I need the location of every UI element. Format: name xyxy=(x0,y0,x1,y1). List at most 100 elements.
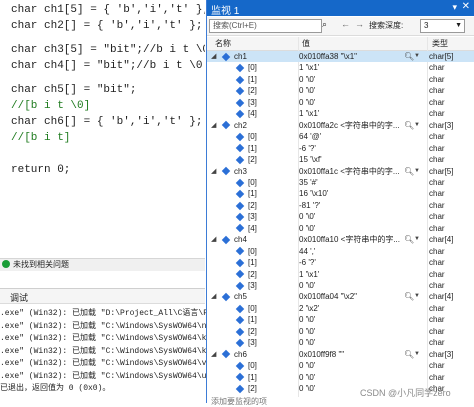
watch-name: ch5 xyxy=(234,292,247,302)
expand-toggle-icon[interactable]: ◢ xyxy=(211,349,216,360)
column-header-type[interactable]: 类型 xyxy=(429,37,474,51)
watch-row-element[interactable]: [1] -6 '?' char xyxy=(207,143,474,154)
watch-row-variable[interactable]: ◢ ch6 0x010ff9f8 "" 🔍︎ ▼ char[3] xyxy=(207,349,474,360)
watch-value[interactable]: 1 '\x1' xyxy=(299,108,417,119)
expand-toggle-icon[interactable]: ◢ xyxy=(211,234,216,245)
watch-value[interactable]: 35 '#' xyxy=(299,177,417,188)
watch-row-element[interactable]: [0] 64 '@' char xyxy=(207,131,474,142)
visualizer-magnifier-icon[interactable]: 🔍︎ xyxy=(404,51,414,62)
watch-value[interactable]: 0 '\0' xyxy=(299,314,417,325)
expand-toggle-icon[interactable]: ◢ xyxy=(211,166,216,177)
watch-value[interactable]: 0x010ff9f8 "" xyxy=(299,349,417,360)
visualizer-magnifier-icon[interactable]: 🔍︎ xyxy=(404,120,414,131)
code-editor[interactable]: char ch1[5] = { 'b','i','t' }; char ch2[]… xyxy=(0,0,205,258)
watch-value[interactable]: 0x010ffa1c <字符串中的字... xyxy=(299,166,417,177)
expand-toggle-icon[interactable]: ◢ xyxy=(211,120,216,131)
watch-value[interactable]: 0 '\0' xyxy=(299,326,417,337)
watch-name: [1] xyxy=(248,74,257,84)
search-icon[interactable]: ⌕ xyxy=(322,19,327,30)
search-next-arrow-icon[interactable]: → xyxy=(355,19,364,29)
watch-row-element[interactable]: [3] 0 '\0' char xyxy=(207,337,474,348)
watch-row-variable[interactable]: ◢ ch4 0x010ffa10 <字符串中的字... 🔍︎ ▼ char[4] xyxy=(207,234,474,245)
visualizer-dropdown-icon[interactable]: ▼ xyxy=(414,291,420,302)
visualizer-dropdown-icon[interactable]: ▼ xyxy=(414,120,420,131)
watch-row-element[interactable]: [2] 0 '\0' char xyxy=(207,85,474,96)
visualizer-magnifier-icon[interactable]: 🔍︎ xyxy=(404,349,414,360)
watch-row-element[interactable]: [0] 1 '\x1' char xyxy=(207,62,474,73)
dropdown-arrow-icon[interactable]: ▾ xyxy=(452,2,457,13)
watch-value[interactable]: 0 '\0' xyxy=(299,337,417,348)
column-type-label: 类型 xyxy=(432,39,448,48)
watch-name: [3] xyxy=(248,338,257,348)
visualizer-magnifier-icon[interactable]: 🔍︎ xyxy=(404,234,414,245)
watch-row-element[interactable]: [1] 16 '\x10' char xyxy=(207,188,474,199)
watch-value[interactable]: 0 '\0' xyxy=(299,223,417,234)
watch-value[interactable]: 1 '\x1' xyxy=(299,269,417,280)
watch-row-element[interactable]: [4] 0 '\0' char xyxy=(207,223,474,234)
visualizer-dropdown-icon[interactable]: ▼ xyxy=(414,51,420,62)
watch-value[interactable]: 44 ',' xyxy=(299,246,417,257)
watch-row-element[interactable]: [1] 0 '\0' char xyxy=(207,314,474,325)
watch-row-variable[interactable]: ◢ ch1 0x010ffa38 "\x1" 🔍︎ ▼ char[5] xyxy=(207,51,474,63)
watch-value[interactable]: -81 '?' xyxy=(299,200,417,211)
add-watch-hint[interactable]: 添加要监视的项 xyxy=(211,396,267,407)
search-previous-arrow-icon[interactable]: ← xyxy=(341,19,350,29)
visualizer-magnifier-icon[interactable]: 🔍︎ xyxy=(404,166,414,177)
watch-row-element[interactable]: [3] 0 '\0' char xyxy=(207,211,474,222)
close-icon[interactable]: ✕ xyxy=(462,1,470,12)
watch-name: [2] xyxy=(248,326,257,336)
watch-name: [4] xyxy=(248,223,257,233)
expand-toggle-icon[interactable]: ◢ xyxy=(211,51,216,62)
watch-value[interactable]: 15 '\xf' xyxy=(299,154,417,165)
watch-value[interactable]: 64 '@' xyxy=(299,131,417,142)
watch-value[interactable]: 0 '\0' xyxy=(299,74,417,85)
watch-row-element[interactable]: [3] 0 '\0' char xyxy=(207,280,474,291)
watch-row-element[interactable]: [0] 35 '#' char xyxy=(207,177,474,188)
watch-row-element[interactable]: [0] 2 '\x2' char xyxy=(207,303,474,314)
watch-row-variable[interactable]: ◢ ch2 0x010ffa2c <字符串中的字... 🔍︎ ▼ char[3] xyxy=(207,120,474,131)
watch-row-element[interactable]: [0] 0 '\0' char xyxy=(207,360,474,371)
watch-value[interactable]: 0 '\0' xyxy=(299,372,417,383)
search-depth-select[interactable]: 3 ▼ xyxy=(420,19,465,33)
watch-value[interactable]: 0x010ffa38 "\x1" xyxy=(299,51,417,62)
watch-row-variable[interactable]: ◢ ch5 0x010ffa04 "\x2" 🔍︎ ▼ char[4] xyxy=(207,291,474,302)
watch-value[interactable]: -6 '?' xyxy=(299,257,417,268)
watch-row-element[interactable]: [2] 15 '\xf' char xyxy=(207,154,474,165)
watch-row-element[interactable]: [2] -81 '?' char xyxy=(207,200,474,211)
watch-value[interactable]: 0 '\0' xyxy=(299,211,417,222)
watch-row-element[interactable]: [4] 1 '\x1' char xyxy=(207,108,474,119)
variable-icon xyxy=(235,109,245,119)
watch-search-input[interactable]: 搜索(Ctrl+E) xyxy=(209,19,322,33)
watch-value[interactable]: 0x010ffa10 <字符串中的字... xyxy=(299,234,417,245)
visualizer-magnifier-icon[interactable]: 🔍︎ xyxy=(404,291,414,302)
watch-value[interactable]: 1 '\x1' xyxy=(299,62,417,73)
watch-row-element[interactable]: [1] -6 '?' char xyxy=(207,257,474,268)
expand-toggle-icon[interactable]: ◢ xyxy=(211,291,216,302)
watch-value[interactable]: 0x010ffa2c <字符串中的字... xyxy=(299,120,417,131)
watch-value[interactable]: 2 '\x2' xyxy=(299,303,417,314)
watch-row-element[interactable]: [3] 0 '\0' char xyxy=(207,97,474,108)
check-ok-icon xyxy=(2,260,10,268)
watch-row-element[interactable]: [2] 1 '\x1' char xyxy=(207,269,474,280)
variable-icon xyxy=(235,361,245,371)
watch-row-element[interactable]: [1] 0 '\0' char xyxy=(207,372,474,383)
watch-value[interactable]: 0 '\0' xyxy=(299,97,417,108)
watch-row-variable[interactable]: ◢ ch3 0x010ffa1c <字符串中的字... 🔍︎ ▼ char[5] xyxy=(207,166,474,177)
watch-row-element[interactable]: [2] 0 '\0' char xyxy=(207,326,474,337)
watch-name: [0] xyxy=(248,303,257,313)
watch-value[interactable]: 0 '\0' xyxy=(299,85,417,96)
visualizer-dropdown-icon[interactable]: ▼ xyxy=(414,349,420,360)
column-header-value[interactable]: 值 xyxy=(299,37,432,51)
column-header-name[interactable]: 名称 xyxy=(207,37,307,51)
code-line: //[b i t \0] xyxy=(11,100,91,112)
watch-value[interactable]: 0 '\0' xyxy=(299,360,417,371)
watch-value[interactable]: 0 '\0' xyxy=(299,280,417,291)
watch-row-element[interactable]: [0] 44 ',' char xyxy=(207,246,474,257)
watch-value[interactable]: 16 '\x10' xyxy=(299,188,417,199)
visualizer-dropdown-icon[interactable]: ▼ xyxy=(414,234,420,245)
watch-type: char[3] xyxy=(429,120,454,130)
watch-value[interactable]: -6 '?' xyxy=(299,143,417,154)
watch-row-element[interactable]: [1] 0 '\0' char xyxy=(207,74,474,85)
watch-value[interactable]: 0x010ffa04 "\x2" xyxy=(299,291,417,302)
visualizer-dropdown-icon[interactable]: ▼ xyxy=(414,166,420,177)
